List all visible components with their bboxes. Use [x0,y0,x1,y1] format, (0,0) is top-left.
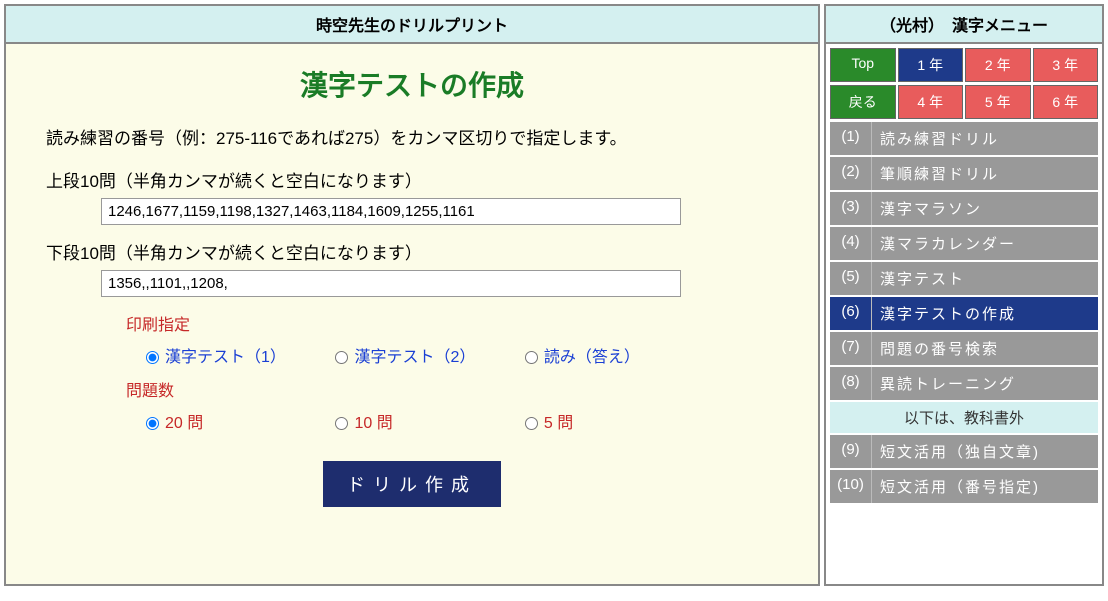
menu-item[interactable]: (1)読み練習ドリル [830,122,1098,155]
print-section-label: 印刷指定 [126,311,778,335]
count-option-20[interactable]: 20 問 [146,409,331,433]
menu-item[interactable]: (10)短文活用（番号指定) [830,470,1098,503]
row2-label: 下段10問（半角カンマが続くと空白になります） [46,239,778,264]
menu-item[interactable]: (6)漢字テストの作成 [830,297,1098,330]
count-option-10[interactable]: 10 問 [335,409,520,433]
grade-button[interactable]: 1 年 [898,48,964,82]
right-header: （光村） 漢字メニュー [826,6,1102,44]
grade-button[interactable]: 5 年 [965,85,1031,119]
grade-button[interactable]: 6 年 [1033,85,1099,119]
grade-button[interactable]: 2 年 [965,48,1031,82]
count-option-5[interactable]: 5 問 [525,409,710,433]
row1-input[interactable] [101,198,681,225]
submit-button[interactable]: ドリル作成 [323,461,501,507]
instruction-text: 読み練習の番号（例：275-116であれば275）をカンマ区切りで指定します。 [46,124,778,149]
left-header: 時空先生のドリルプリント [6,6,818,44]
row1-label: 上段10問（半角カンマが続くと空白になります） [46,167,778,192]
menu-note: 以下は、教科書外 [830,402,1098,433]
row2-input[interactable] [101,270,681,297]
count-section-label: 問題数 [126,377,778,401]
menu-item[interactable]: (2)筆順練習ドリル [830,157,1098,190]
page-title: 漢字テストの作成 [46,64,778,104]
menu-item[interactable]: (4)漢マラカレンダー [830,227,1098,260]
menu-item[interactable]: (7)問題の番号検索 [830,332,1098,365]
print-option-1[interactable]: 漢字テスト（1） [146,343,331,367]
menu-item[interactable]: (9)短文活用（独自文章) [830,435,1098,468]
menu-item[interactable]: (5)漢字テスト [830,262,1098,295]
grade-button[interactable]: 戻る [830,85,896,119]
print-option-3[interactable]: 読み（答え） [525,343,710,367]
grade-button[interactable]: 3 年 [1033,48,1099,82]
menu-item[interactable]: (3)漢字マラソン [830,192,1098,225]
menu-item[interactable]: (8)異読トレーニング [830,367,1098,400]
print-option-2[interactable]: 漢字テスト（2） [335,343,520,367]
grade-button[interactable]: Top [830,48,896,82]
grade-button[interactable]: 4 年 [898,85,964,119]
